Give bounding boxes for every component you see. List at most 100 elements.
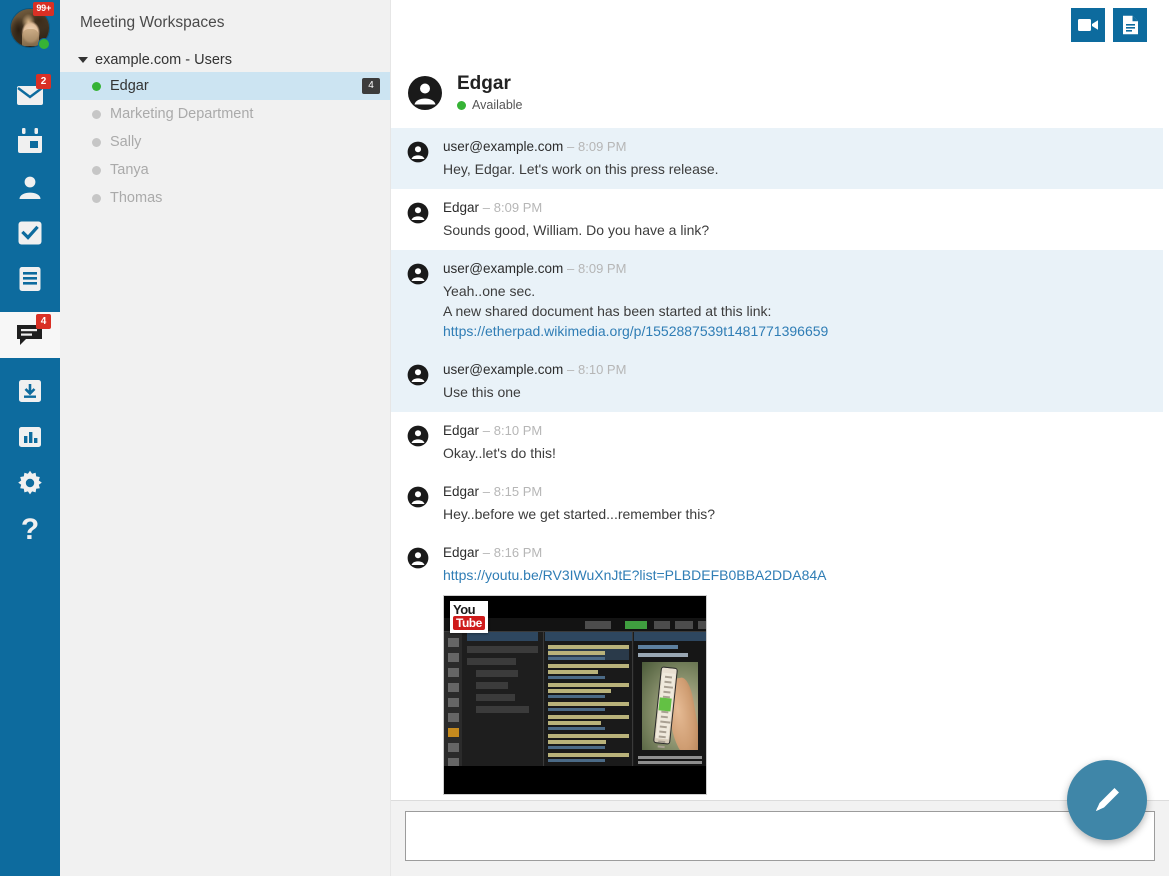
message-sender: Edgar: [443, 200, 480, 215]
message-avatar-icon: [407, 138, 443, 179]
message-sender: Edgar: [443, 545, 480, 560]
help-icon: ?: [21, 514, 39, 544]
shared-document-button[interactable]: [1113, 8, 1147, 42]
message-time: 8:16 PM: [493, 545, 543, 560]
presence-dot: [92, 109, 101, 119]
sidebar-item-tanya[interactable]: Tanya: [60, 156, 390, 184]
conversation-pane: Edgar Available user@example.com – 8:09 …: [390, 0, 1169, 876]
message-separator: –: [567, 362, 575, 377]
message-time: 8:09 PM: [578, 261, 627, 276]
message-text: Okay..let's do this!: [443, 445, 556, 461]
message-avatar-icon: [407, 483, 443, 524]
rail-item-archive[interactable]: [0, 368, 60, 414]
message-time: 8:10 PM: [493, 423, 543, 438]
message-row: user@example.com – 8:09 PM Yeah..one sec…: [391, 250, 1163, 351]
message-list[interactable]: user@example.com – 8:09 PM Hey, Edgar. L…: [391, 128, 1169, 800]
message-sender: Edgar: [443, 484, 480, 499]
youtube-logo-you: You: [453, 602, 476, 617]
message-sender: user@example.com: [443, 139, 564, 154]
message-avatar-icon: [407, 422, 443, 463]
sidebar-item-marketing-department[interactable]: Marketing Department: [60, 100, 390, 128]
message-time: 8:09 PM: [493, 200, 543, 215]
mail-badge: 2: [36, 74, 51, 89]
rail-item-chat[interactable]: 4: [0, 312, 60, 358]
message-row: Edgar – 8:16 PM https://youtu.be/RV3IWuX…: [391, 534, 1163, 800]
peer-info: Edgar Available: [407, 73, 523, 116]
rail-item-calendar[interactable]: [0, 118, 60, 164]
notes-icon: [19, 267, 41, 291]
message-sender: user@example.com: [443, 261, 564, 276]
rail-item-mail[interactable]: 2: [0, 72, 60, 118]
youtube-logo-tube: Tube: [453, 616, 485, 630]
message-time: 8:15 PM: [493, 484, 543, 499]
status-dot-icon: [457, 100, 466, 110]
chart-icon: [19, 427, 41, 447]
video-call-button[interactable]: [1071, 8, 1105, 42]
avatar[interactable]: 99+: [0, 0, 60, 56]
video-thumbnail[interactable]: You Tube: [443, 595, 707, 795]
sidebar-item-thomas[interactable]: Thomas: [60, 184, 390, 212]
composer-area: [391, 800, 1169, 876]
user-name: Tanya: [110, 162, 149, 178]
avatar-badge: 99+: [33, 2, 54, 16]
sidebar-item-edgar[interactable]: Edgar 4: [60, 72, 390, 100]
message-avatar-icon: [407, 544, 443, 795]
message-separator: –: [482, 200, 491, 215]
chat-application: 99+ 2 4 ? Meeting Workspaces example.com…: [0, 0, 1169, 876]
youtube-logo-icon: You Tube: [450, 601, 488, 633]
message-row: Edgar – 8:10 PM Okay..let's do this!: [391, 412, 1163, 473]
user-name: Edgar: [110, 78, 149, 94]
message-text: A new shared document has been started a…: [443, 303, 772, 319]
workspace-list-panel: Meeting Workspaces example.com - Users E…: [60, 0, 390, 876]
message-avatar-icon: [407, 361, 443, 402]
peer-avatar-icon: [407, 75, 443, 116]
video-thumbnail-image: [444, 618, 706, 766]
tasks-icon: [18, 221, 42, 245]
inbox-download-icon: [19, 380, 41, 402]
rail-item-reports[interactable]: [0, 414, 60, 460]
rail-item-help[interactable]: ?: [0, 506, 60, 552]
app-rail: 99+ 2 4 ?: [0, 0, 60, 876]
message-text: Sounds good, William. Do you have a link…: [443, 222, 710, 238]
message-input[interactable]: [405, 811, 1155, 861]
status-text: Available: [472, 98, 523, 112]
user-name: Sally: [110, 134, 142, 150]
message-separator: –: [567, 261, 575, 276]
group-label: example.com - Users: [95, 52, 232, 68]
message-separator: –: [482, 484, 491, 499]
conversation-header: Edgar Available: [391, 0, 1169, 128]
message-row: user@example.com – 8:09 PM Hey, Edgar. L…: [391, 128, 1163, 189]
message-separator: –: [482, 423, 491, 438]
message-avatar-icon: [407, 260, 443, 341]
avatar-presence-dot: [38, 38, 50, 50]
calendar-icon: [18, 128, 42, 153]
svg-text:?: ?: [21, 514, 39, 544]
unread-badge: 4: [362, 78, 380, 94]
gear-icon: [18, 470, 42, 495]
message-text: Hey..before we get started...remember th…: [443, 506, 716, 522]
presence-dot: [92, 137, 101, 147]
rail-item-settings[interactable]: [0, 460, 60, 506]
chevron-down-icon[interactable]: [78, 57, 88, 63]
pencil-icon: [1096, 788, 1119, 811]
sidebar-item-sally[interactable]: Sally: [60, 128, 390, 156]
message-row: user@example.com – 8:10 PM Use this one: [391, 351, 1163, 412]
peer-name: Edgar: [457, 73, 511, 94]
user-name: Thomas: [110, 190, 163, 206]
message-time: 8:10 PM: [578, 362, 627, 377]
message-link[interactable]: https://etherpad.wikimedia.org/p/1552887…: [443, 321, 1151, 341]
message-separator: –: [482, 545, 491, 560]
message-separator: –: [567, 139, 575, 154]
video-camera-icon: [1078, 19, 1098, 31]
rail-item-tasks[interactable]: [0, 210, 60, 256]
rail-item-notes[interactable]: [0, 256, 60, 302]
message-text: Yeah..one sec.: [443, 283, 536, 299]
compose-fab-button[interactable]: [1067, 760, 1147, 840]
message-avatar-icon: [407, 199, 443, 240]
group-row-example-com-users[interactable]: example.com - Users: [60, 48, 390, 72]
message-link[interactable]: https://youtu.be/RV3IWuXnJtE?list=PLBDEF…: [443, 565, 1151, 585]
message-row: Edgar – 8:15 PM Hey..before we get start…: [391, 473, 1163, 534]
message-row: Edgar – 8:09 PM Sounds good, William. Do…: [391, 189, 1163, 250]
rail-item-contacts[interactable]: [0, 164, 60, 210]
peer-status: Available: [457, 98, 523, 112]
